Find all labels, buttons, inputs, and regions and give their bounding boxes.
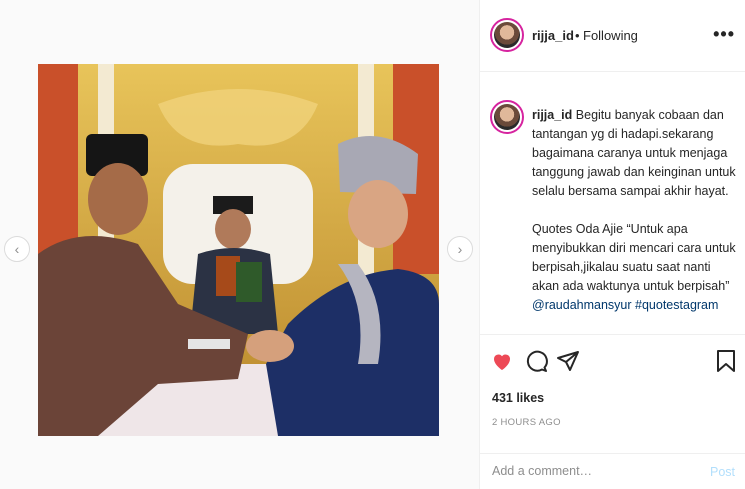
separator-dot: • (575, 28, 580, 43)
share-icon[interactable] (556, 349, 580, 378)
post-comment-button[interactable]: Post (710, 465, 735, 479)
hashtag-link[interactable]: #quotestagram (635, 298, 718, 312)
media-pane: ‹ › (0, 0, 480, 489)
more-options-button[interactable]: ••• (713, 24, 735, 45)
avatar[interactable] (490, 18, 524, 52)
photo-illustration (38, 64, 439, 436)
comment-input[interactable] (492, 464, 692, 478)
caption-paragraph-1: rijja_id Begitu banyak cobaan dan tantan… (532, 106, 737, 201)
likes-count[interactable]: 431 likes (492, 391, 544, 405)
comment-bar: Post (480, 453, 745, 489)
caption-avatar[interactable] (490, 100, 524, 134)
caption-text: rijja_id Begitu banyak cobaan dan tantan… (532, 106, 737, 315)
comment-icon[interactable] (524, 349, 548, 378)
caption-paragraph-2: Quotes Oda Ajie “Untuk apa menyibukkan d… (532, 220, 737, 315)
post-actions: 431 likes 2 HOURS AGO (480, 334, 745, 454)
caption-area: rijja_id Begitu banyak cobaan dan tantan… (480, 72, 745, 334)
caption-username[interactable]: rijja_id (532, 108, 572, 122)
caption-gap (532, 201, 737, 220)
caption-body-2: Quotes Oda Ajie “Untuk apa menyibukkan d… (532, 222, 736, 293)
previous-image-button[interactable]: ‹ (4, 236, 30, 262)
post-photo[interactable] (38, 64, 439, 436)
post-timestamp[interactable]: 2 HOURS AGO (492, 417, 561, 428)
like-heart-icon[interactable] (490, 349, 514, 378)
mention-link[interactable]: @raudahmansyur (532, 298, 632, 312)
post-header: rijja_id • Following ••• (480, 0, 745, 72)
instagram-post: ‹ › rijja_id • Following ••• rijja_id Be… (0, 0, 745, 489)
post-sidebar: rijja_id • Following ••• rijja_id Begitu… (480, 0, 745, 489)
avatar-image (494, 22, 520, 48)
bookmark-icon[interactable] (716, 349, 736, 378)
following-button[interactable]: Following (583, 28, 638, 43)
avatar-image (494, 104, 520, 130)
header-username[interactable]: rijja_id (532, 28, 574, 43)
next-image-button[interactable]: › (447, 236, 473, 262)
